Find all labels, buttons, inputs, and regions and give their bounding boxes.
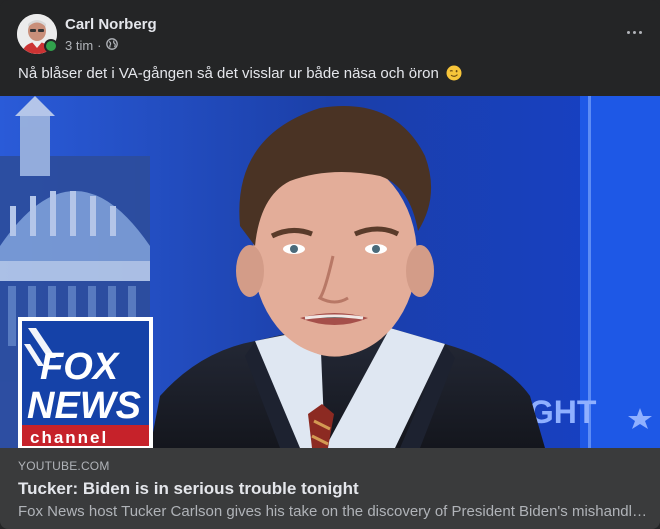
post-body: Nå blåser det i VA-gången så det visslar… [18, 64, 462, 87]
more-horizontal-icon[interactable] [622, 22, 646, 42]
winking-face-emoji [446, 65, 462, 87]
link-title[interactable]: Tucker: Biden is in serious trouble toni… [18, 478, 359, 500]
globe-icon[interactable] [105, 38, 118, 54]
post-time-row: 3 tim · [65, 38, 157, 54]
online-status-icon [44, 39, 58, 53]
author-name[interactable]: Carl Norberg [65, 16, 157, 34]
separator: · [97, 38, 102, 53]
fox-logo-line3: channel [30, 428, 108, 447]
post-timestamp[interactable]: 3 tim [65, 38, 93, 54]
link-preview[interactable]: YOUTUBE.COM Tucker: Biden is in serious … [0, 448, 660, 529]
link-domain: YOUTUBE.COM [18, 459, 110, 473]
link-description: Fox News host Tucker Carlson gives his t… [18, 503, 650, 520]
fox-logo-line2: NEWS [27, 385, 141, 427]
post-card: Carl Norberg 3 tim · Nå blåser det i VA-… [0, 0, 660, 529]
post-meta: Carl Norberg 3 tim · [65, 14, 157, 54]
video-thumbnail[interactable]: IGHT FOX NEWS channel [0, 96, 660, 448]
author-avatar-container[interactable] [17, 14, 58, 54]
post-text: Nå blåser det i VA-gången så det visslar… [18, 65, 439, 82]
post-header: Carl Norberg 3 tim · [17, 14, 157, 58]
